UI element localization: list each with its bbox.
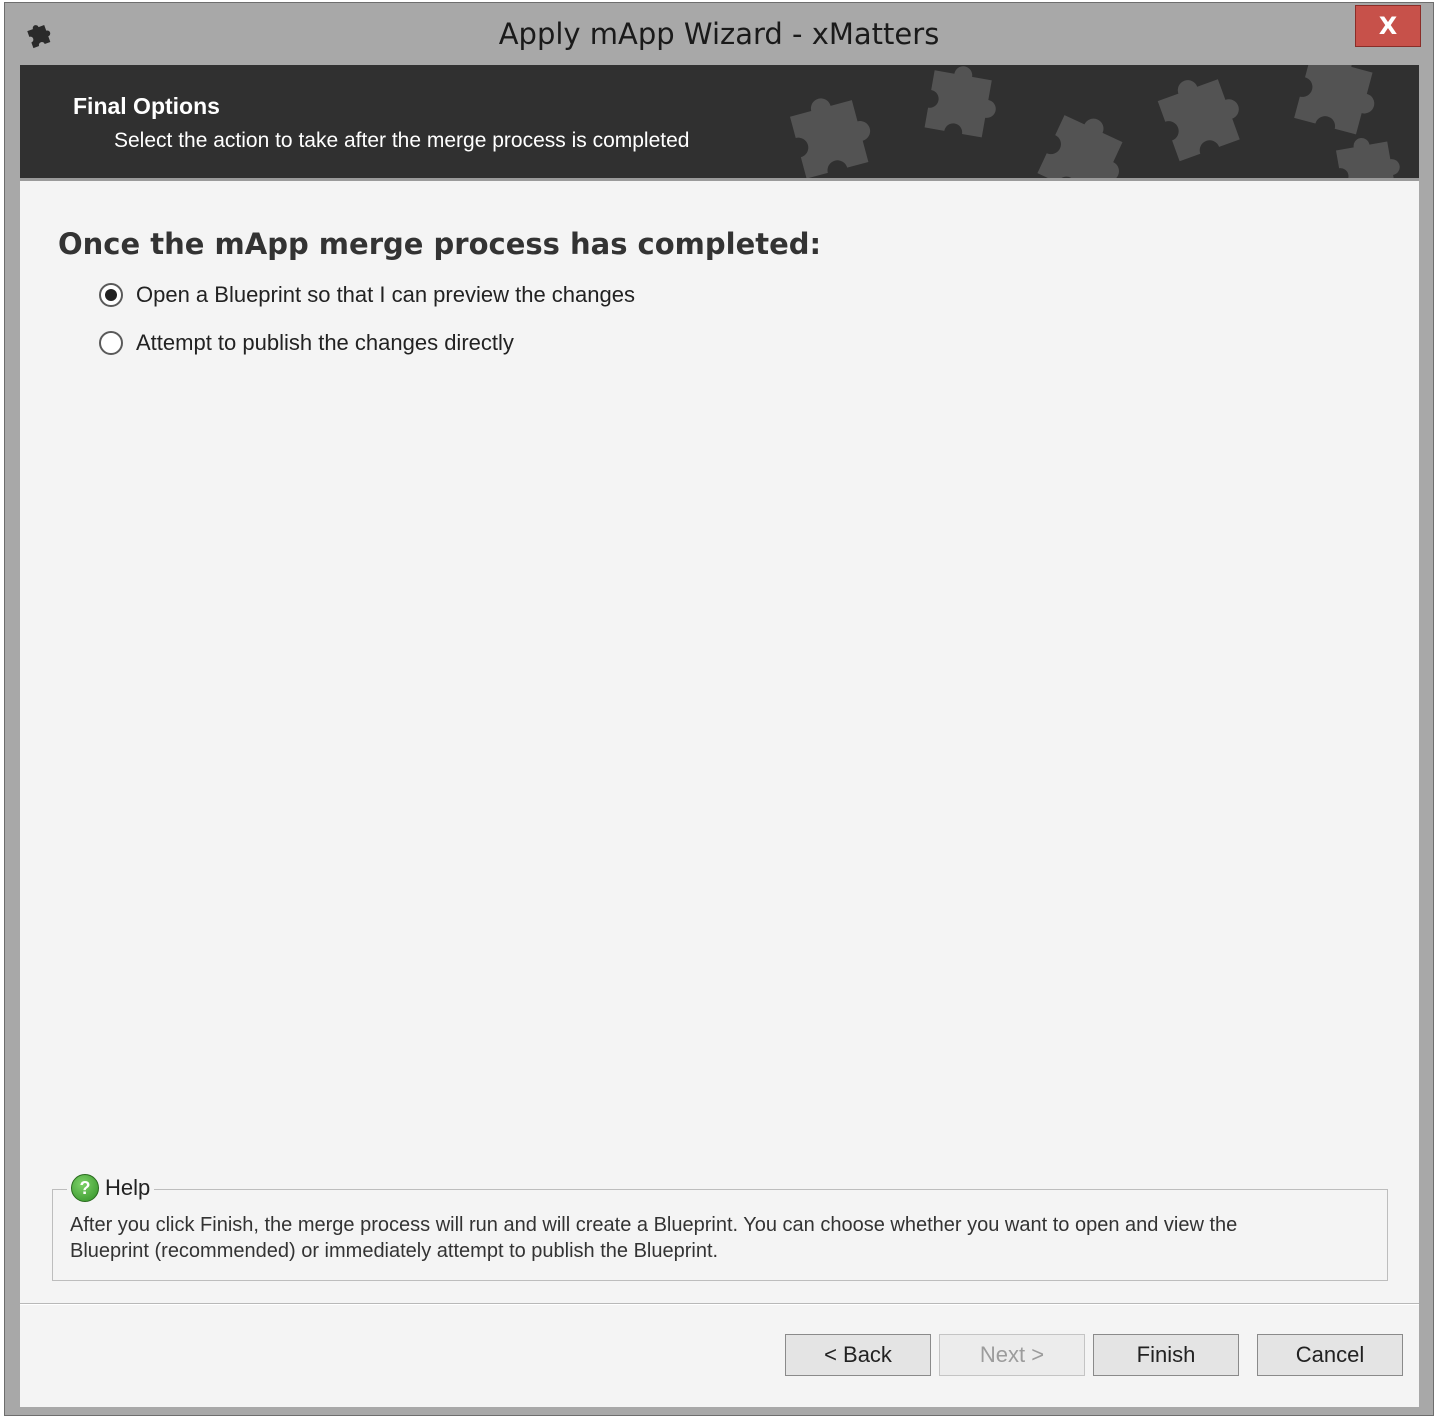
close-button[interactable]: X (1355, 5, 1421, 47)
help-text-line-2: Blueprint (recommended) or immediately a… (70, 1240, 719, 1262)
window-title: Apply mApp Wizard - xMatters (498, 17, 940, 51)
help-title: Help (105, 1175, 151, 1200)
help-text-line-1: After you click Finish, the merge proces… (70, 1214, 1238, 1236)
cancel-button[interactable]: Cancel (1257, 1334, 1403, 1376)
wizard-header: Final Options Select the action to take … (20, 65, 1419, 181)
radio-open-blueprint[interactable]: Open a Blueprint so that I can preview t… (99, 282, 635, 308)
close-icon: X (1378, 12, 1398, 40)
finish-button[interactable]: Finish (1093, 1334, 1239, 1376)
radio-button[interactable] (99, 331, 123, 355)
footer-divider (20, 1303, 1419, 1305)
radio-label[interactable]: Attempt to publish the changes directly (136, 330, 514, 356)
step-subtitle: Select the action to take after the merg… (114, 129, 690, 152)
wizard-window: Apply mApp Wizard - xMatters X Final Opt… (4, 2, 1434, 1416)
step-title: Final Options (73, 93, 220, 119)
radio-button-selected[interactable] (99, 283, 123, 307)
title-bar: Apply mApp Wizard - xMatters X (5, 3, 1433, 65)
help-question-icon: ? (71, 1174, 99, 1202)
help-groupbox: ? Help After you click Finish, the merge… (52, 1174, 1388, 1281)
radio-label[interactable]: Open a Blueprint so that I can preview t… (136, 282, 635, 308)
help-legend: ? Help (67, 1174, 155, 1202)
radio-publish-directly[interactable]: Attempt to publish the changes directly (99, 330, 514, 356)
back-button[interactable]: < Back (785, 1334, 931, 1376)
puzzle-pieces-decoration (790, 65, 1400, 178)
section-heading: Once the mApp merge process has complete… (58, 227, 822, 261)
help-text: After you click Finish, the merge proces… (70, 1212, 1370, 1264)
wizard-content: Final Options Select the action to take … (20, 65, 1419, 1407)
next-button[interactable]: Next > (939, 1334, 1085, 1376)
